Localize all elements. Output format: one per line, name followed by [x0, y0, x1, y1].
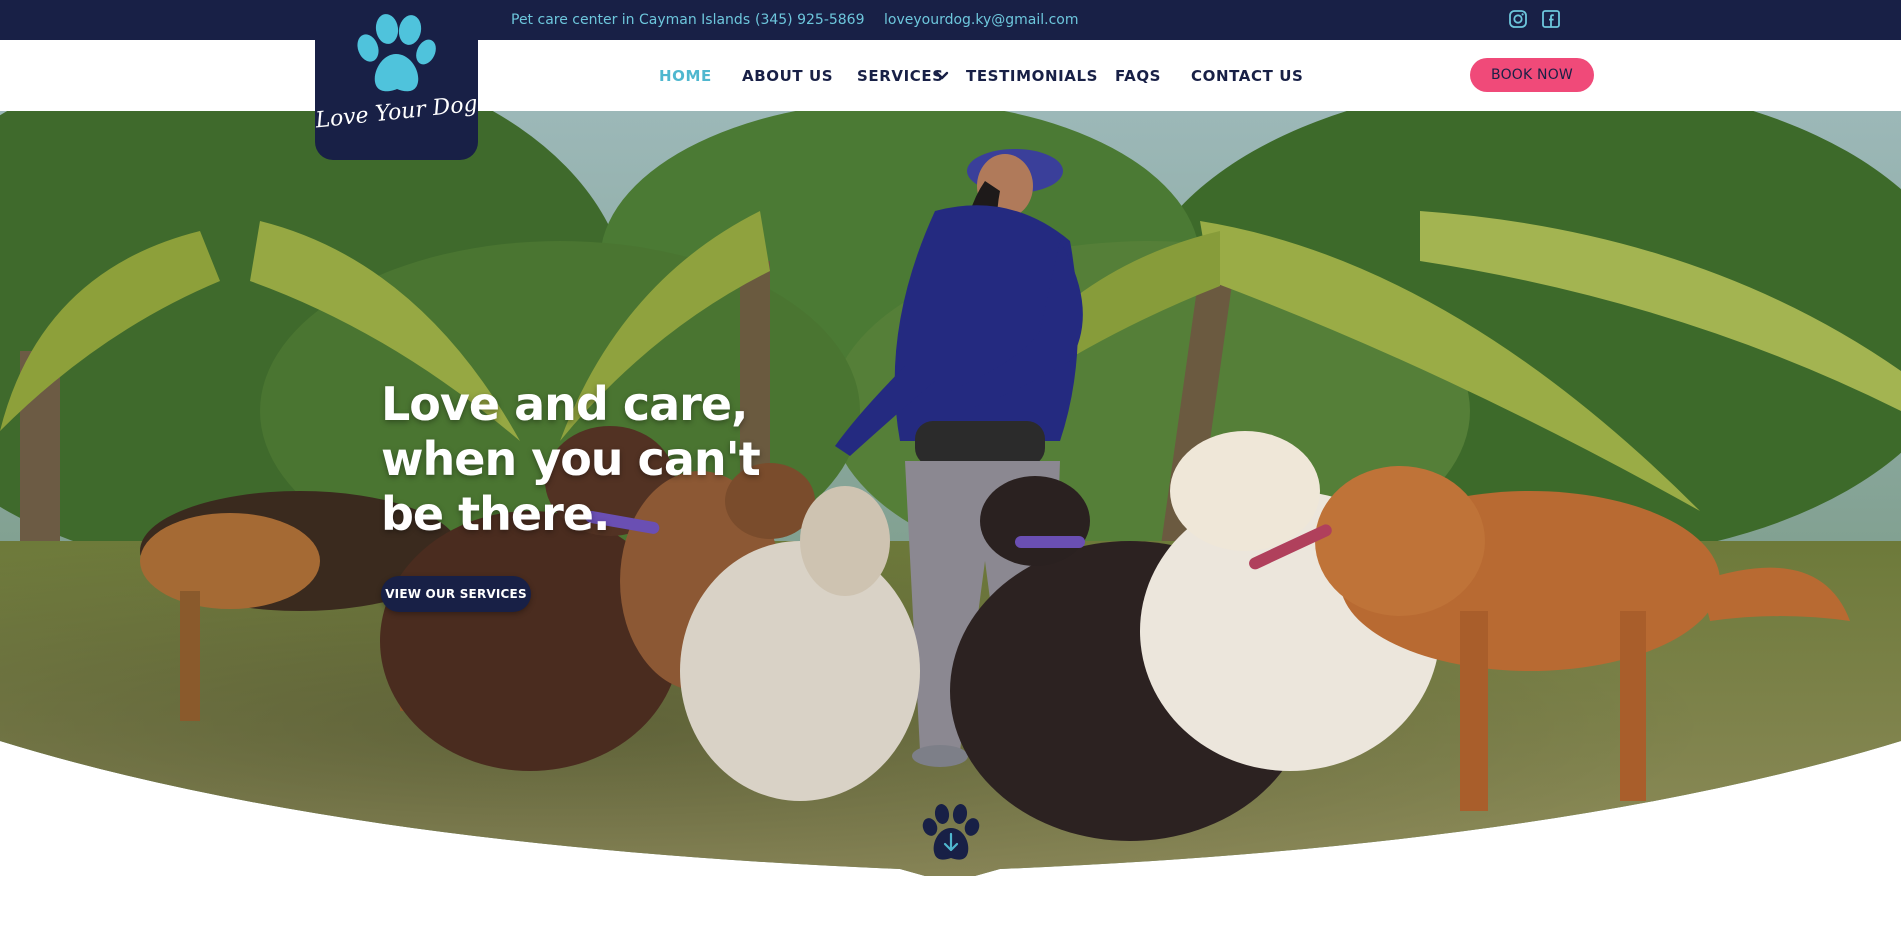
phone-link[interactable]: (345) 925-5869: [755, 12, 865, 28]
instagram-icon[interactable]: [1508, 9, 1528, 29]
paw-arrow-down-icon[interactable]: [917, 800, 985, 868]
nav-contact-us[interactable]: CONTACT US: [1191, 67, 1303, 85]
book-now-button[interactable]: BOOK NOW: [1470, 58, 1594, 92]
facebook-icon[interactable]: [1541, 9, 1561, 29]
top-info-bar: Pet care center in Cayman Islands (345) …: [0, 0, 1901, 40]
view-services-button[interactable]: VIEW OUR SERVICES: [381, 576, 531, 612]
hero-photo: [0, 111, 1901, 876]
headline-line-2: when you can't: [381, 432, 761, 486]
nav-home[interactable]: HOME: [659, 67, 712, 85]
location-text: Pet care center in Cayman Islands: [511, 12, 751, 28]
headline-line-3: be there.: [381, 487, 610, 541]
paw-icon: [357, 14, 436, 92]
nav-services[interactable]: SERVICES: [857, 67, 944, 85]
nav-testimonials[interactable]: TESTIMONIALS: [966, 67, 1098, 85]
nav-faqs[interactable]: FAQS: [1115, 67, 1161, 85]
hero-section: Love and care, when you can't be there. …: [0, 111, 1901, 876]
email-link[interactable]: loveyourdog.ky@gmail.com: [884, 12, 1079, 28]
site-logo[interactable]: Love Your Dog: [314, 0, 479, 160]
headline-line-1: Love and care,: [381, 377, 749, 431]
main-navigation: HOME ABOUT US SERVICES TESTIMONIALS FAQS…: [0, 40, 1901, 111]
nav-about-us[interactable]: ABOUT US: [742, 67, 833, 85]
chevron-down-icon[interactable]: [935, 71, 949, 81]
hero-headline: Love and care, when you can't be there.: [381, 377, 801, 542]
